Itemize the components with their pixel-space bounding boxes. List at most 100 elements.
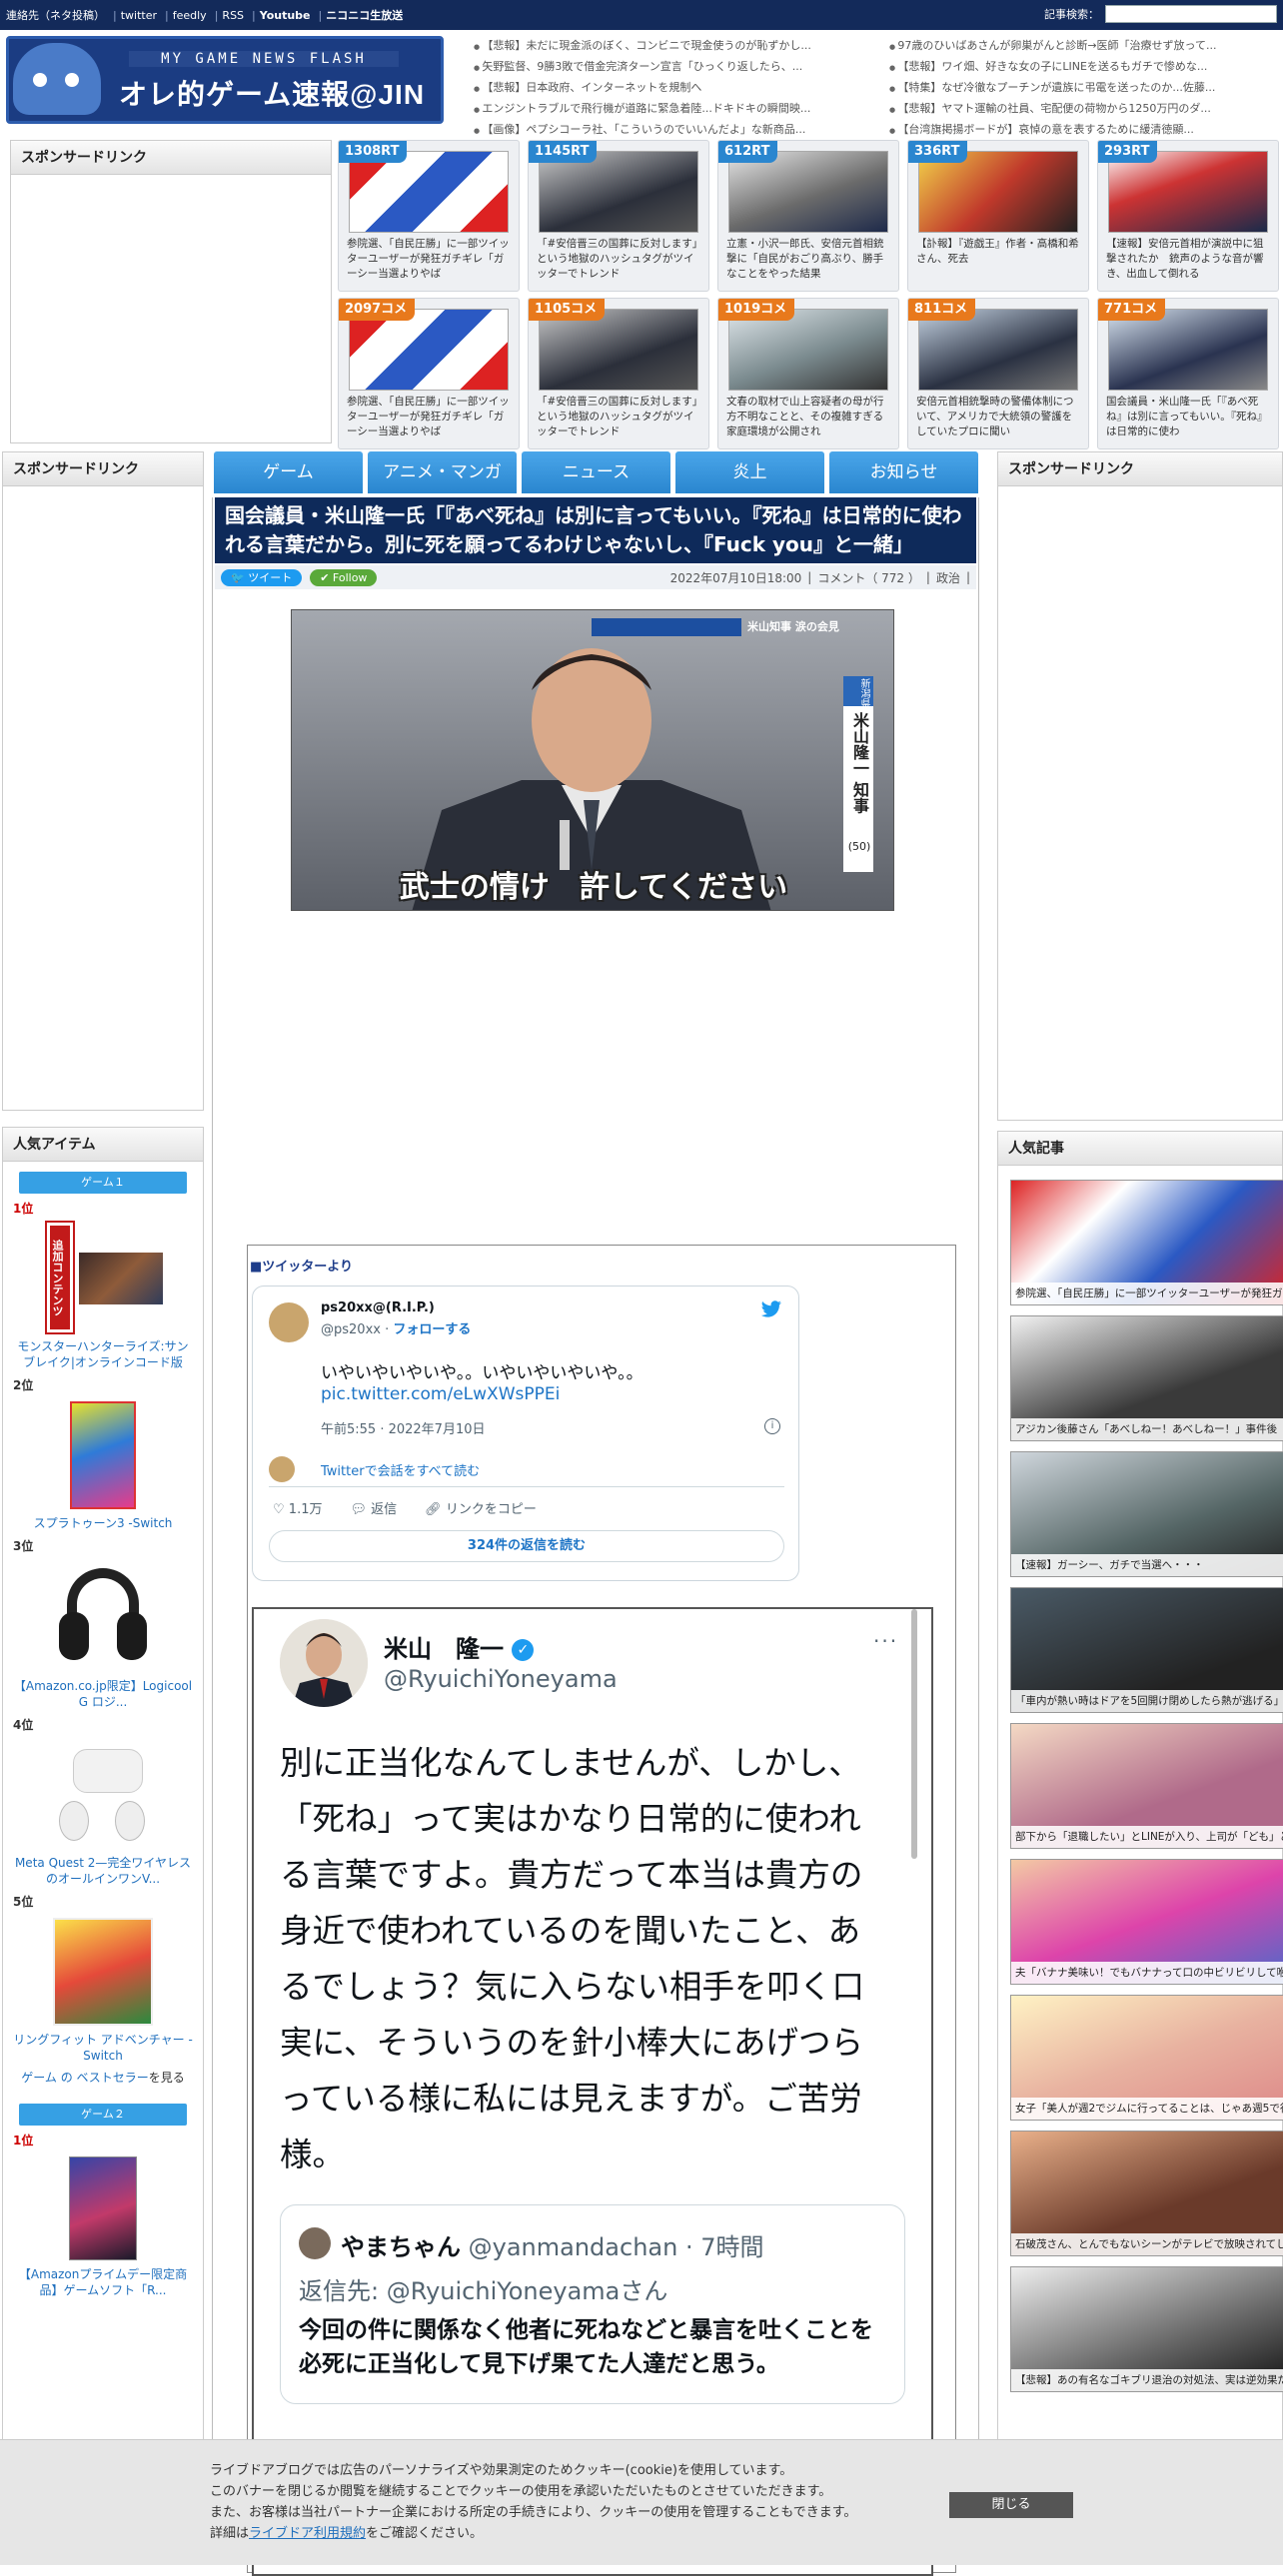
link-contact[interactable]: 連絡先（ネタ投稿） bbox=[6, 7, 105, 23]
more-options-icon[interactable]: ··· bbox=[873, 1629, 898, 1653]
popular-article-title[interactable]: 【速報】ガーシー、ガチで当選へ・・・ bbox=[1011, 1554, 1283, 1576]
headline-link[interactable]: エンジントラブルで飛行機が道路に緊急着陸...ドキドキの瞬間映... bbox=[474, 99, 865, 120]
popular-article[interactable]: 「車内が熱い時はドアを5回開け閉めしたら熱が逃げる」というツイートを参考にして実… bbox=[1010, 1587, 1283, 1713]
card-title[interactable]: 参院選、「自民圧勝」に一部ツイッターユーザーが発狂ガチギレ「ガーシー当選よりやば bbox=[347, 395, 513, 439]
link-youtube[interactable]: Youtube bbox=[260, 9, 311, 22]
ranking-card-comment[interactable]: 771コメ 国会議員・米山隆一氏「『あべ死ね』は別に言ってもいい。『死ね』は日常的… bbox=[1097, 298, 1279, 449]
headline-link[interactable]: 【悲報】ワイ畑、好きな女の子にLINEを送るもガチで惨めな... bbox=[889, 57, 1281, 78]
tab-game[interactable]: ゲーム bbox=[214, 451, 363, 493]
card-thumbnail[interactable] bbox=[539, 151, 698, 233]
ranking-card-rt[interactable]: 293RT 【速報】安倍元首相が演説中に狙撃されたか 銃声のような音が響き、出血し… bbox=[1097, 140, 1279, 292]
product-link[interactable]: モンスターハンターライズ:サンブレイク|オンラインコード版 bbox=[13, 1338, 193, 1370]
popular-article[interactable]: 石破茂さん、とんでもないシーンがテレビで放映されてしまい、視聴者がドン引き・・・… bbox=[1010, 2131, 1283, 2256]
product-image[interactable] bbox=[55, 1741, 151, 1849]
tab-news[interactable]: ニュース bbox=[522, 451, 670, 493]
site-logo[interactable]: MY GAME NEWS FLASH オレ的ゲーム速報@JIN bbox=[6, 36, 444, 124]
link-twitter[interactable]: twitter bbox=[121, 9, 157, 22]
scrollbar[interactable] bbox=[911, 1609, 917, 1859]
product-image[interactable] bbox=[69, 2156, 137, 2260]
popular-article-title[interactable]: 石破茂さん、とんでもないシーンがテレビで放映されてしまい、視聴者がドン引き・・・… bbox=[1011, 2233, 1283, 2255]
comment-count-link[interactable]: コメント（ 772 ） bbox=[817, 569, 920, 586]
search-input[interactable] bbox=[1105, 5, 1277, 23]
terms-link[interactable]: ライブドア利用規約 bbox=[249, 2526, 366, 2541]
card-thumbnail[interactable] bbox=[1108, 309, 1268, 391]
product-link[interactable]: リングフィット アドベンチャー -Switch bbox=[13, 2032, 193, 2064]
bestseller-link[interactable]: ゲーム の ベストセラー bbox=[21, 2071, 149, 2085]
ranking-card-rt[interactable]: 1145RT 「#安倍晋三の国葬に反対します」という地獄のハッシュタグがツイッター… bbox=[528, 140, 709, 292]
headline-link[interactable]: 【画像】ペプシコーラ社、「こういうのでいいんだよ」な新商品... bbox=[474, 120, 865, 141]
cookie-close-button[interactable]: 閉じる bbox=[949, 2492, 1073, 2518]
card-title[interactable]: 文春の取材で山上容疑者の母が行方不明なことと、その複雑すぎる家庭環境が公開され bbox=[726, 395, 892, 439]
card-title[interactable]: 【速報】安倍元首相が演説中に狙撃されたか 銃声のような音が響き、出血して倒れる bbox=[1106, 237, 1272, 282]
card-thumbnail[interactable] bbox=[539, 309, 698, 391]
popular-article[interactable]: 参院選、「自民圧勝」に一部ツイッターユーザーが発狂ガチギレ「ガーシー当選よりやば… bbox=[1010, 1180, 1283, 1305]
ranking-card-comment[interactable]: 1105コメ 「#安倍晋三の国葬に反対します」という地獄のハッシュタグがツイッター… bbox=[528, 298, 709, 449]
like-button[interactable]: ♡ 1.1万 bbox=[273, 1498, 322, 1517]
info-icon[interactable]: i bbox=[764, 1418, 780, 1434]
card-title[interactable]: 「#安倍晋三の国葬に反対します」という地獄のハッシュタグがツイッターでトレンド bbox=[537, 237, 702, 282]
ranking-card-rt[interactable]: 612RT 立憲・小沢一郎氏、安倍元首相銃撃に「自民がおごり高ぶり、勝手なことをや… bbox=[717, 140, 899, 292]
card-title[interactable]: 参院選、「自民圧勝」に一部ツイッターユーザーが発狂ガチギレ「ガーシー当選よりやば bbox=[347, 237, 513, 282]
popular-article-title[interactable]: 「車内が熱い時はドアを5回開け閉めしたら熱が逃げる」というツイートを参考にして実… bbox=[1011, 1690, 1283, 1712]
card-title[interactable]: 安倍元首相銃撃時の警備体制について、アメリカで大統領の警護をしていたプロに聞い bbox=[916, 395, 1082, 439]
read-replies-button[interactable]: 324件の返信を読む bbox=[269, 1530, 784, 1562]
tweet-author-name[interactable]: 米山 隆一 ✓ bbox=[384, 1629, 535, 1664]
card-thumbnail[interactable] bbox=[1108, 151, 1268, 233]
tab-anime-manga[interactable]: アニメ・マンガ bbox=[368, 451, 517, 493]
popular-article-title[interactable]: 女子「美人が週2でジムに行ってることは、じゃあ週5で行けば超美人になれるんじゃね… bbox=[1011, 2098, 1283, 2120]
link-niconico[interactable]: ニコニコ生放送 bbox=[326, 7, 403, 23]
headline-link[interactable]: 【台湾旗掲揚ボードが】哀悼の意を表するために緩清徳顯... bbox=[889, 120, 1281, 141]
headline-link[interactable]: 【悲報】日本政府、インターネットを規制へ bbox=[474, 78, 865, 99]
product-image[interactable] bbox=[55, 1562, 151, 1672]
ranking-card-comment[interactable]: 1019コメ 文春の取材で山上容疑者の母が行方不明なことと、その複雑すぎる家庭環境… bbox=[717, 298, 899, 449]
tweet-author-name[interactable]: ps20xx@(R.I.P.) bbox=[321, 1300, 435, 1315]
card-thumbnail[interactable] bbox=[349, 151, 509, 233]
popular-article-title[interactable]: 【悲報】あの有名なゴキブリ退治の対処法、実は逆効果だった bbox=[1011, 2369, 1283, 2391]
headline-link[interactable]: 【悲報】ヤマト運輸の社員、宅配便の荷物から1250万円のダ... bbox=[889, 99, 1281, 120]
product-link[interactable]: スプラトゥーン3 -Switch bbox=[13, 1515, 193, 1531]
popular-article[interactable]: 女子「美人が週2でジムに行ってることは、じゃあ週5で行けば超美人になれるんじゃね… bbox=[1010, 1995, 1283, 2121]
article-title[interactable]: 国会議員・米山隆一氏「『あべ死ね』は別に言ってもいい。『死ね』は日常的に使われる… bbox=[215, 497, 976, 563]
tweet-button[interactable]: 🐦 ツイート bbox=[221, 568, 303, 586]
card-thumbnail[interactable] bbox=[728, 309, 888, 391]
headline-link[interactable]: 97歳のひいばあさんが卵巣がんと診断→医師「治療せず放って... bbox=[889, 36, 1281, 57]
quoted-tweet[interactable]: やまちゃん @yanmandachan · 7時間 返信先: @RyuichiY… bbox=[280, 2204, 905, 2404]
card-title[interactable]: 「#安倍晋三の国葬に反対します」という地獄のハッシュタグがツイッターでトレンド bbox=[537, 395, 702, 439]
popular-article[interactable]: 【速報】ガーシー、ガチで当選へ・・・ bbox=[1010, 1451, 1283, 1577]
tweet-time[interactable]: 午前5:55 · 2022年7月10日 bbox=[321, 1418, 486, 1437]
ranking-card-rt[interactable]: 1308RT 参院選、「自民圧勝」に一部ツイッターユーザーが発狂ガチギレ「ガーシー… bbox=[338, 140, 520, 292]
ranking-card-comment[interactable]: 811コメ 安倍元首相銃撃時の警備体制について、アメリカで大統領の警護をしていたプ… bbox=[907, 298, 1089, 449]
card-title[interactable]: 【訃報】『遊戯王』作者・高橋和希さん、死去 bbox=[916, 237, 1082, 282]
ranking-card-comment[interactable]: 2097コメ 参院選、「自民圧勝」に一部ツイッターユーザーが発狂ガチギレ「ガーシー… bbox=[338, 298, 520, 449]
product-image[interactable] bbox=[70, 1401, 136, 1509]
headline-link[interactable]: 矢野監督、9勝3敗で借金完済ターン宣言「ひっくり返したら、... bbox=[474, 57, 865, 78]
card-thumbnail[interactable] bbox=[349, 309, 509, 391]
popular-article-title[interactable]: アジカン後藤さん「あべしねー！あべしねー！」事件後「こんな事は許せない」 bbox=[1011, 1418, 1283, 1440]
card-title[interactable]: 立憲・小沢一郎氏、安倍元首相銃撃に「自民がおごり高ぶり、勝手なことをやった結果 bbox=[726, 237, 892, 282]
card-thumbnail[interactable] bbox=[918, 151, 1078, 233]
ranking-card-rt[interactable]: 336RT 【訃報】『遊戯王』作者・高橋和希さん、死去 bbox=[907, 140, 1089, 292]
product-link[interactable]: 【Amazon.co.jp限定】Logicool G ロジ... bbox=[13, 1678, 193, 1710]
headline-link[interactable]: 【特集】なぜ冷徹なプーチンが遺族に弔電を送ったのか...佐藤... bbox=[889, 78, 1281, 99]
tab-game-1[interactable]: ゲーム１ bbox=[19, 1172, 187, 1194]
card-thumbnail[interactable] bbox=[918, 309, 1078, 391]
copy-link-button[interactable]: 🔗︎ リンクをコピー bbox=[425, 1498, 537, 1517]
follow-button[interactable]: ✔ Follow bbox=[310, 568, 378, 586]
product-link[interactable]: 【Amazonプライムデー限定商品】ゲームソフト「R... bbox=[13, 2266, 193, 2298]
product-image[interactable] bbox=[53, 1918, 153, 2026]
popular-article-title[interactable]: 部下から「退職したい」とLINEが入り、上司が「ども」と返信 → 結果ｗｗｗｗｗ bbox=[1011, 1826, 1283, 1848]
tab-enjo[interactable]: 炎上 bbox=[675, 451, 824, 493]
product-image[interactable]: 追加コンテンツ bbox=[45, 1221, 175, 1334]
tab-notice[interactable]: お知らせ bbox=[829, 451, 978, 493]
popular-article[interactable]: アジカン後藤さん「あべしねー！あべしねー！」事件後「こんな事は許せない」 bbox=[1010, 1315, 1283, 1441]
link-rss[interactable]: RSS bbox=[222, 9, 244, 22]
link-feedly[interactable]: feedly bbox=[173, 9, 207, 22]
popular-article[interactable]: 夫「バナナ美味い！でもバナナって口の中ビリビリして喉痒くなるよね」妻「え、ならん… bbox=[1010, 1859, 1283, 1985]
avatar[interactable] bbox=[269, 1302, 309, 1342]
popular-article-title[interactable]: 夫「バナナ美味い！でもバナナって口の中ビリビリして喉痒くなるよね」妻「え、ならん… bbox=[1011, 1962, 1283, 1984]
reply-button[interactable]: 💬︎ 返信 bbox=[350, 1498, 397, 1517]
follow-link[interactable]: フォローする bbox=[393, 1322, 471, 1337]
read-conversation-link[interactable]: Twitterで会話をすべて読む bbox=[321, 1460, 480, 1479]
tab-game-2[interactable]: ゲーム２ bbox=[19, 2104, 187, 2126]
tweet-author-handle[interactable]: @RyuichiYoneyama bbox=[384, 1665, 618, 1693]
